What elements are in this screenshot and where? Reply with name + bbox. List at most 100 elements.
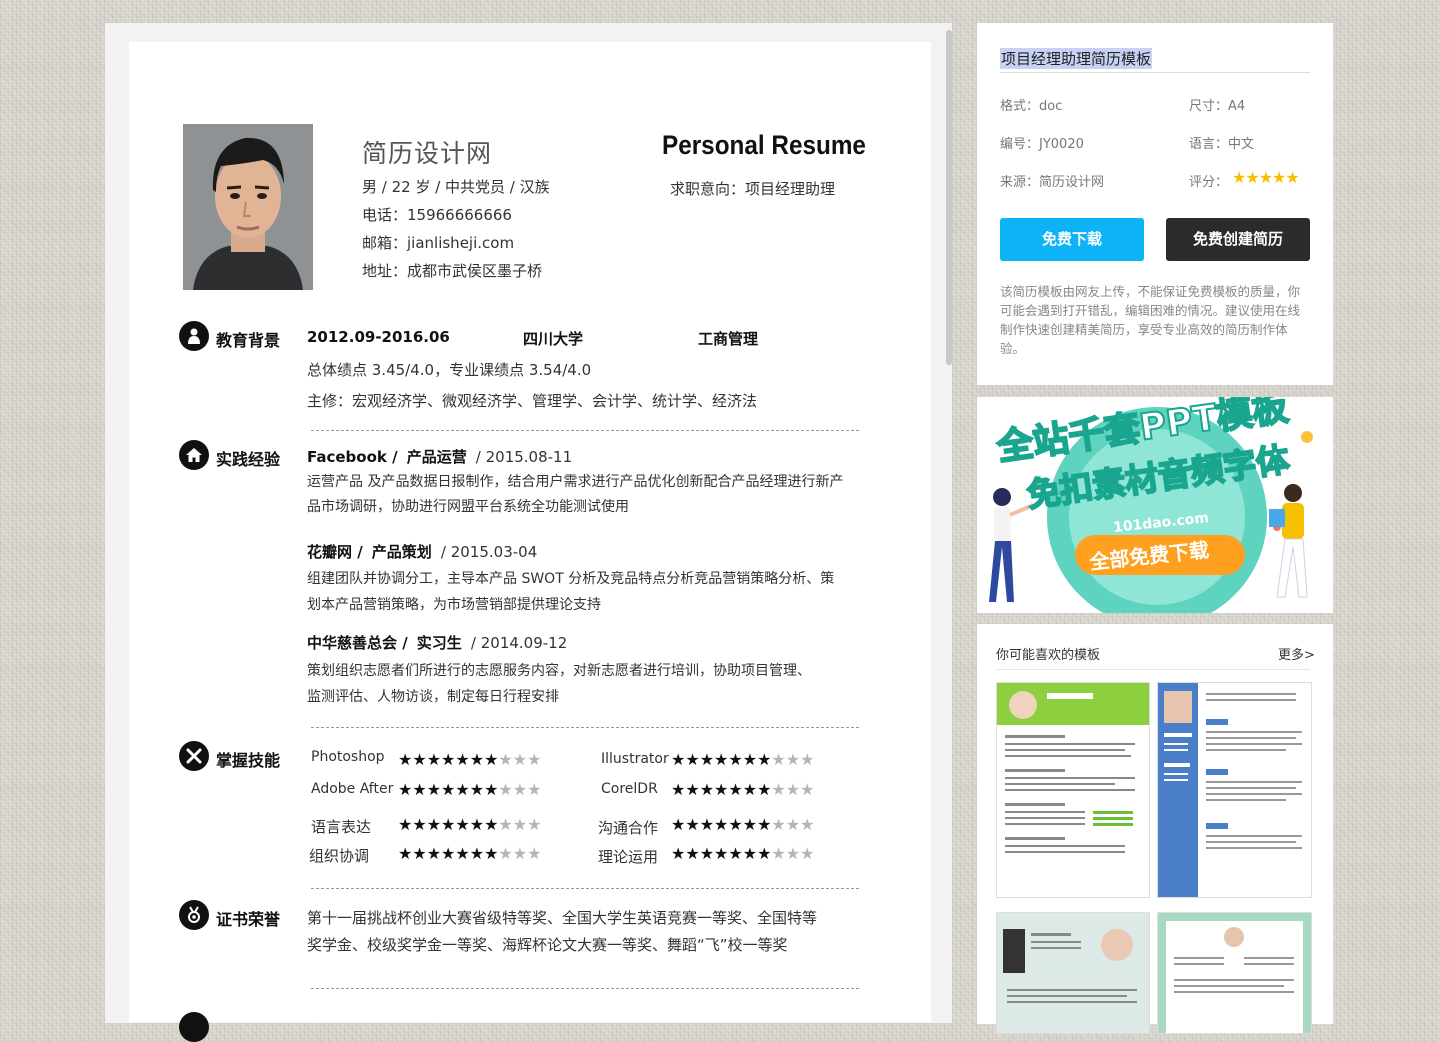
exp-desc-line: 策划组织志愿者们所进行的志愿服务内容，对新志愿者进行培训，协助项目管理、 <box>307 663 811 679</box>
star-filled-icon: ★ <box>441 815 456 834</box>
star-filled-icon: ★ <box>469 750 485 769</box>
section-icon <box>179 1012 209 1042</box>
star-empty-icon: ★ <box>771 750 786 769</box>
star-filled-icon: ★ <box>757 750 772 769</box>
job-objective: 求职意向：项目经理助理 <box>670 180 836 198</box>
exp-date: / 2015.03-04 <box>440 543 538 561</box>
star-filled-icon: ★ <box>742 750 758 769</box>
exp-desc-line: 划本产品营销策略，为市场营销部提供理论支持 <box>307 597 601 613</box>
star-empty-icon: ★ <box>498 780 513 799</box>
star-filled-icon: ★ <box>398 844 413 863</box>
template-thumbnail[interactable] <box>996 682 1150 898</box>
star-filled-icon: ★ <box>757 844 772 863</box>
star-filled-icon: ★ <box>685 815 700 834</box>
template-thumbnail[interactable] <box>1157 682 1312 898</box>
document-scrollbar[interactable] <box>946 30 952 365</box>
star-filled-icon: ★ <box>441 750 456 769</box>
star-filled-icon: ★ <box>671 750 686 769</box>
experience-item: 中华慈善总会 / 实习生 / 2014.09-12 <box>307 632 567 653</box>
template-thumbnail[interactable] <box>1157 912 1312 1034</box>
star-filled-icon: ★ <box>469 815 485 834</box>
star-filled-icon: ★ <box>455 815 470 834</box>
star-filled-icon: ★ <box>757 780 772 799</box>
star-filled-icon: ★ <box>671 780 686 799</box>
exp-company: Facebook / <box>307 448 398 466</box>
star-filled-icon: ★ <box>699 815 715 834</box>
meta-format: 格式：doc <box>1000 99 1063 114</box>
medal-icon <box>179 900 209 930</box>
edu-major: 工商管理 <box>698 330 759 348</box>
profile-photo <box>183 124 313 290</box>
star-empty-icon: ★ <box>785 750 801 769</box>
star-filled-icon: ★ <box>455 844 470 863</box>
star-filled-icon: ★ <box>714 750 729 769</box>
related-title: 你可能喜欢的模板 <box>996 648 1101 663</box>
star-filled-icon: ★ <box>441 780 456 799</box>
meta-size: 尺寸：A4 <box>1189 99 1246 114</box>
star-empty-icon: ★ <box>527 844 542 863</box>
star-filled-icon: ★ <box>412 750 427 769</box>
star-filled-icon: ★ <box>426 780 442 799</box>
star-filled-icon: ★ <box>1232 168 1246 187</box>
star-empty-icon: ★ <box>498 750 513 769</box>
more-link[interactable]: 更多> <box>1278 644 1315 663</box>
star-filled-icon: ★ <box>412 780 427 799</box>
skill-rating: ★★★★★★★★★★ <box>398 844 541 863</box>
skill-name: Photoshop <box>311 749 385 765</box>
star-filled-icon: ★ <box>484 780 499 799</box>
edu-school: 四川大学 <box>523 330 584 348</box>
section-title-skills: 掌握技能 <box>216 751 281 770</box>
star-empty-icon: ★ <box>512 780 528 799</box>
star-empty-icon: ★ <box>800 815 815 834</box>
star-filled-icon: ★ <box>742 780 758 799</box>
star-filled-icon: ★ <box>685 750 700 769</box>
star-filled-icon: ★ <box>714 780 729 799</box>
skill-name: 语言表达 <box>311 818 372 836</box>
exp-desc-line: 运营产品 及产品数据日报制作，结合用户需求进行产品优化创新配合产品经理进行新产 <box>307 474 844 490</box>
star-filled-icon: ★ <box>426 750 442 769</box>
star-filled-icon: ★ <box>728 815 743 834</box>
promo-banner[interactable]: 全站千套PPT模板 免扣素材音频字体 101dao.com 全部免费下载 <box>977 397 1333 613</box>
skill-rating: ★★★★★★★★★★ <box>671 750 814 769</box>
exp-company: 中华慈善总会 / <box>307 634 408 652</box>
star-empty-icon: ★ <box>527 750 542 769</box>
skill-name: Illustrator <box>601 751 669 767</box>
create-resume-button[interactable]: 免费创建简历 <box>1166 218 1310 261</box>
exp-date: / 2015.08-11 <box>475 448 573 466</box>
star-filled-icon: ★ <box>699 844 715 863</box>
skill-name: 沟通合作 <box>598 819 659 837</box>
template-description: 该简历模板由网友上传，不能保证免费模板的质量，你可能会遇到打开错乱，编辑困难的情… <box>1000 284 1301 356</box>
person-icon <box>179 321 209 351</box>
star-filled-icon: ★ <box>757 815 772 834</box>
star-filled-icon: ★ <box>671 844 686 863</box>
star-empty-icon: ★ <box>498 815 513 834</box>
exp-company: 花瓣网 / <box>307 543 363 561</box>
star-filled-icon: ★ <box>742 815 758 834</box>
free-download-button[interactable]: 免费下载 <box>1000 218 1144 261</box>
star-filled-icon: ★ <box>469 780 485 799</box>
exp-role: 实习生 <box>416 634 462 652</box>
star-filled-icon: ★ <box>1258 168 1273 187</box>
template-title: 项目经理助理简历模板 <box>1000 48 1153 69</box>
star-filled-icon: ★ <box>671 815 686 834</box>
phone: 电话：15966666666 <box>362 206 512 224</box>
divider <box>311 727 859 728</box>
address: 地址：成都市武侯区墨子桥 <box>362 262 543 280</box>
star-filled-icon: ★ <box>484 750 499 769</box>
star-empty-icon: ★ <box>512 750 528 769</box>
star-filled-icon: ★ <box>728 844 743 863</box>
star-filled-icon: ★ <box>728 780 743 799</box>
star-filled-icon: ★ <box>742 844 758 863</box>
star-filled-icon: ★ <box>714 844 729 863</box>
skill-rating: ★★★★★★★★★★ <box>671 780 814 799</box>
section-title-experience: 实践经验 <box>216 450 281 469</box>
tools-icon <box>179 741 209 771</box>
star-filled-icon: ★ <box>1285 168 1299 187</box>
star-filled-icon: ★ <box>398 780 413 799</box>
section-title-education: 教育背景 <box>216 331 281 350</box>
star-filled-icon: ★ <box>699 780 715 799</box>
template-thumbnail[interactable] <box>996 912 1150 1034</box>
star-filled-icon: ★ <box>484 844 499 863</box>
meta-source: 来源：简历设计网 <box>1000 175 1105 190</box>
meta-language: 语言：中文 <box>1189 137 1255 152</box>
